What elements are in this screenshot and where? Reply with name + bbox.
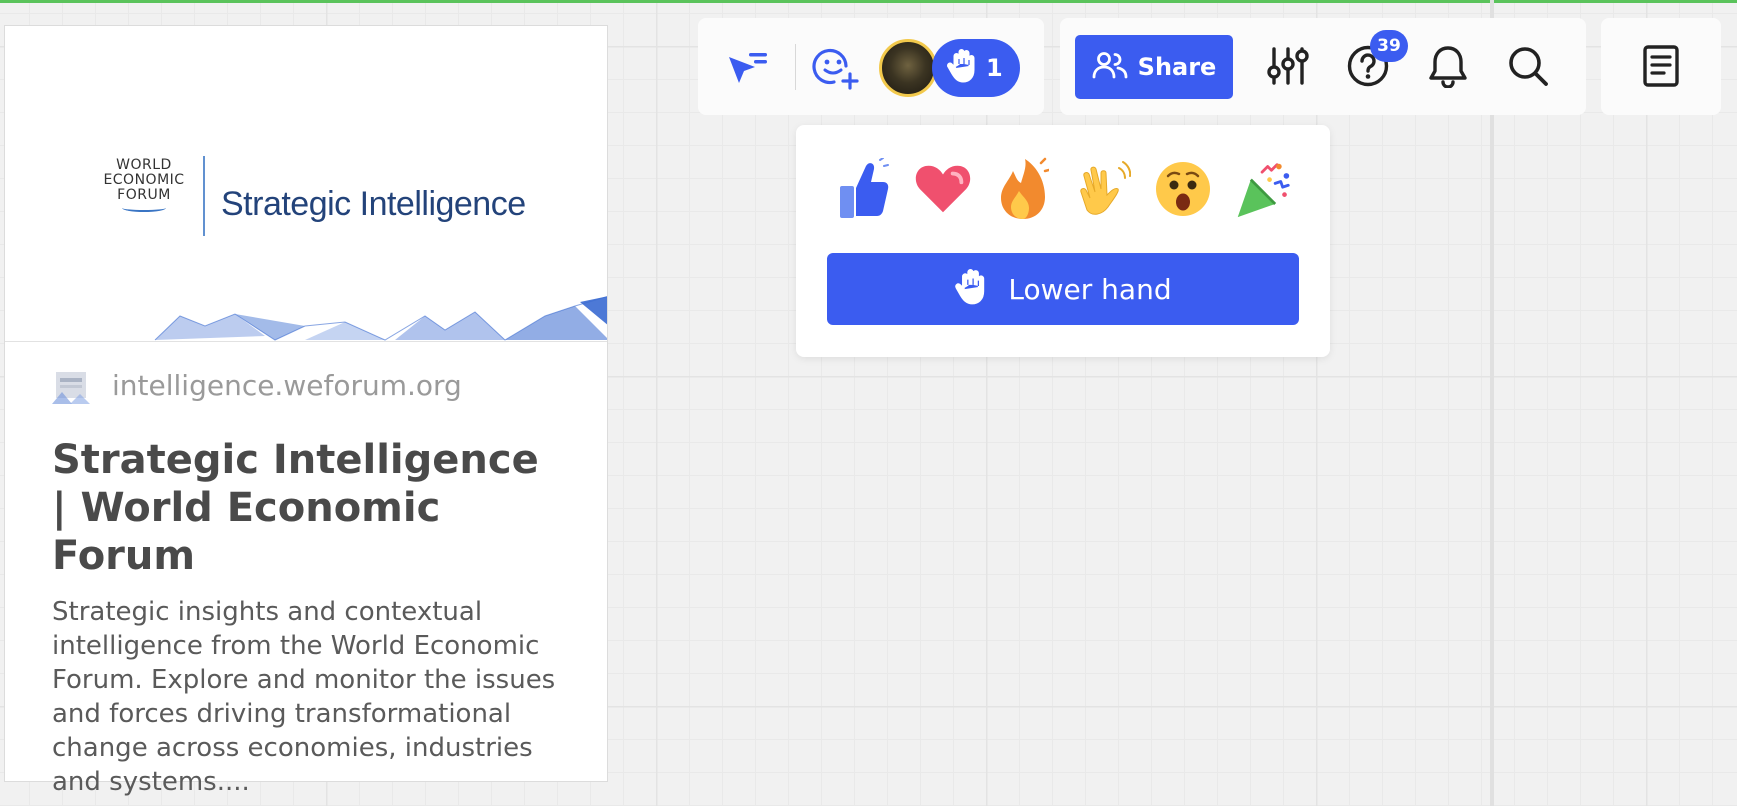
fire-icon[interactable] [994,157,1052,221]
settings-sliders-icon[interactable] [1262,40,1314,92]
card-title[interactable]: Strategic Intelligence | World Economic … [52,436,560,580]
search-icon[interactable] [1502,40,1554,92]
share-button[interactable]: Share [1075,35,1233,99]
toolbar-separator [795,44,796,90]
frame-edge [1490,0,1494,806]
invite-user-icon[interactable] [808,42,864,94]
logo-divider [203,156,205,236]
raised-hand-icon [946,48,978,88]
user-avatar[interactable] [879,39,937,97]
reactions-row [834,157,1292,221]
help-notification-badge: 39 [1370,30,1408,62]
logo-line-2: ECONOMIC [103,172,185,188]
wef-logo: WORLD ECONOMIC FORUM [95,158,193,212]
top-status-line [0,0,1737,3]
card-preview-image: WORLD ECONOMIC FORUM Strategic Intellige… [5,26,607,342]
logo-line-3: FORUM [117,187,171,203]
link-preview-card[interactable]: WORLD ECONOMIC FORUM Strategic Intellige… [4,25,608,797]
lower-hand-button[interactable]: Lower hand [827,253,1299,325]
cursor-filter-icon[interactable] [720,42,776,94]
share-label: Share [1137,53,1217,81]
waving-hands-icon[interactable] [1074,157,1132,221]
bell-icon[interactable] [1422,40,1474,92]
hand-icon [954,268,988,310]
heart-icon[interactable] [914,157,972,221]
party-popper-icon[interactable] [1234,157,1292,221]
logo-line-1: WORLD [116,157,172,173]
reactions-popup: Lower hand [796,125,1330,357]
lower-hand-label: Lower hand [1008,272,1172,306]
raised-hands-count: 1 [986,54,1003,82]
preview-title: Strategic Intelligence [221,185,526,223]
site-url[interactable]: intelligence.weforum.org [112,369,462,402]
network-graphic [154,296,607,341]
raised-hands-button[interactable]: 1 [932,39,1020,97]
surprised-face-icon[interactable] [1154,157,1212,221]
site-favicon-icon [52,366,90,404]
thumbs-up-icon[interactable] [834,157,892,221]
card-description: Strategic insights and contextual intell… [52,597,556,797]
users-icon [1092,51,1128,83]
notes-document-icon[interactable] [1635,40,1687,92]
